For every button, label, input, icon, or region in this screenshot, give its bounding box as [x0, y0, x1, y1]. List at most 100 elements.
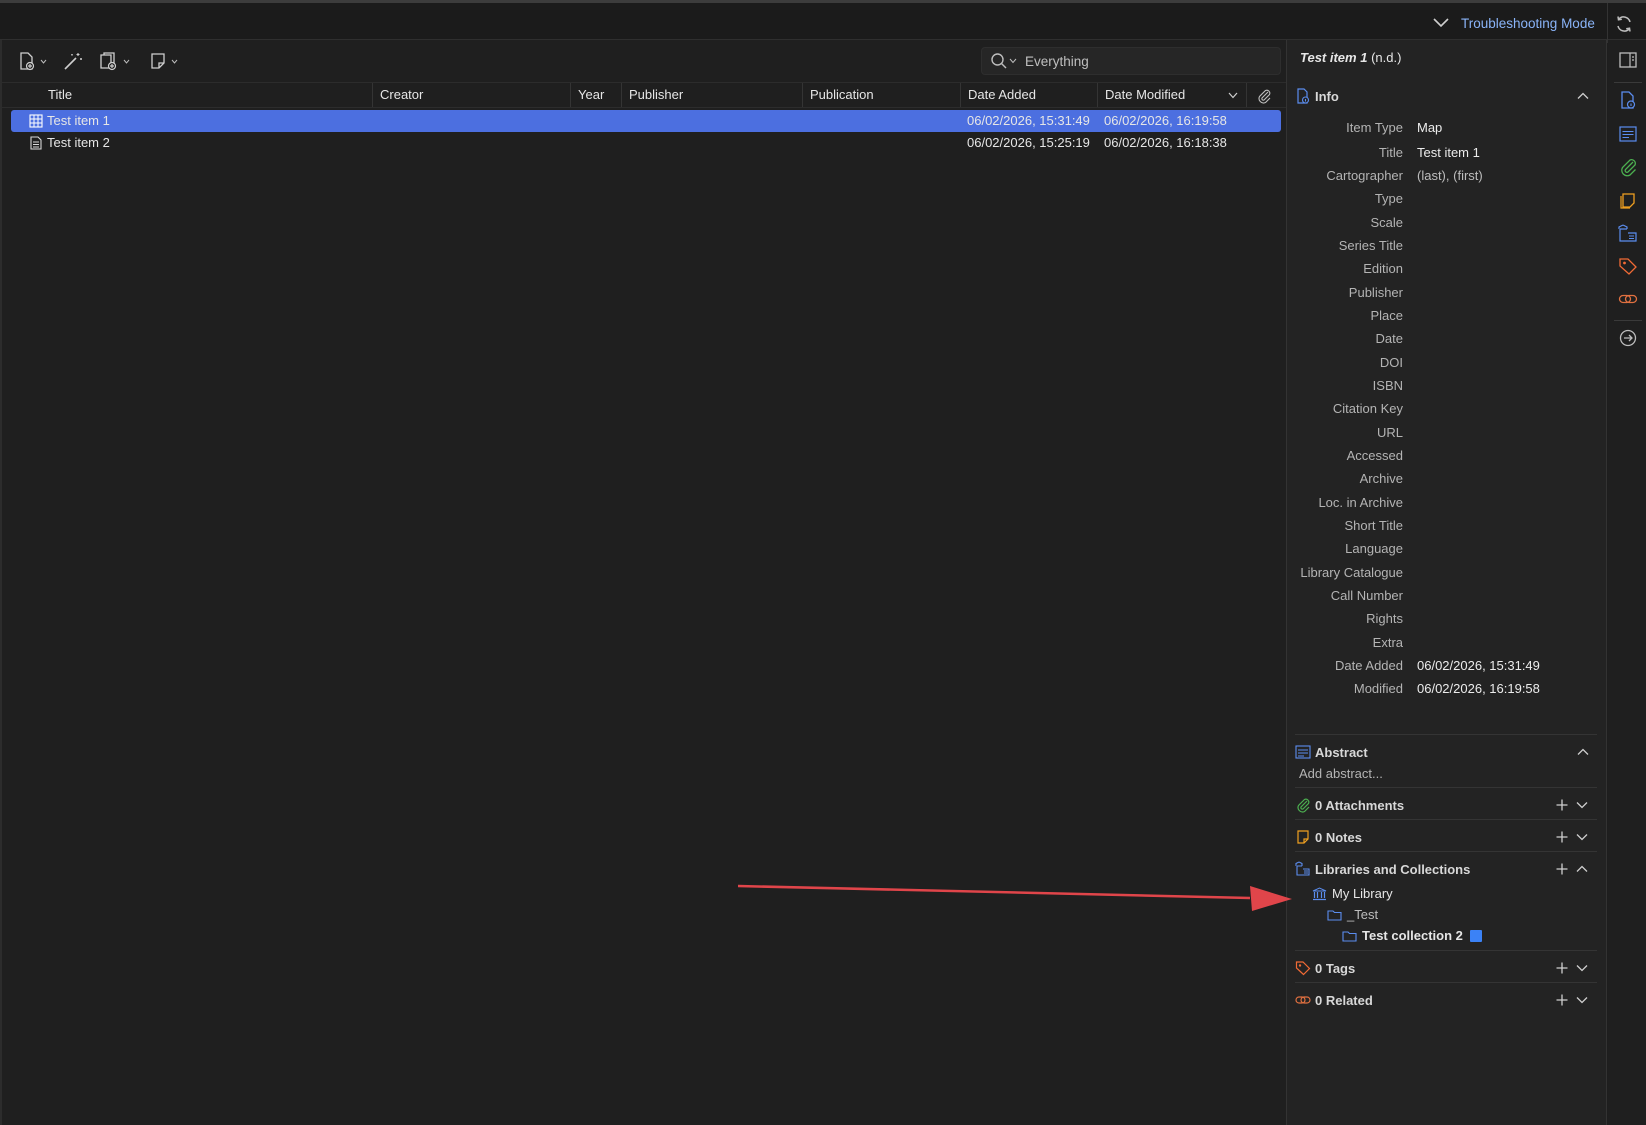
library-my-library[interactable]: My Library	[1312, 886, 1393, 901]
section-attachments-header[interactable]: 0 Attachments	[1295, 794, 1595, 816]
plus-icon[interactable]	[1555, 830, 1569, 844]
field-label-archive: Archive	[1359, 471, 1403, 486]
libraries-collections-icon	[1295, 861, 1310, 876]
field-label-edition: Edition	[1363, 261, 1403, 276]
toggle-pane-icon[interactable]	[1618, 50, 1638, 70]
field-value-title[interactable]: Test item 1	[1417, 145, 1587, 163]
column-publication[interactable]: Publication	[802, 83, 874, 107]
field-value-call-number[interactable]	[1417, 588, 1587, 606]
field-value-item-type[interactable]: Map	[1417, 120, 1587, 138]
section-info-header[interactable]: Info	[1295, 85, 1595, 107]
item-date-modified: 06/02/2026, 16:18:38	[1104, 135, 1227, 150]
plus-icon[interactable]	[1555, 798, 1569, 812]
field-label-extra: Extra	[1372, 635, 1403, 650]
paperclip-icon[interactable]	[1618, 157, 1638, 177]
creator-first-name[interactable]: (first)	[1453, 168, 1483, 183]
search-box[interactable]	[981, 47, 1281, 75]
sync-icon[interactable]	[1614, 14, 1634, 34]
divider	[1607, 3, 1608, 43]
abstract-field[interactable]: Add abstract...	[1299, 766, 1383, 781]
collection-test[interactable]: _Test	[1327, 907, 1378, 922]
column-year[interactable]: Year	[570, 83, 604, 107]
chevron-down-icon[interactable]	[1575, 830, 1589, 844]
field-value-loc-in-archive[interactable]	[1417, 495, 1587, 513]
item-pane-sidenav	[1608, 40, 1646, 1125]
field-value-edition[interactable]	[1417, 261, 1587, 279]
related-link-icon[interactable]	[1618, 289, 1638, 309]
field-label-cartographer: Cartographer	[1326, 168, 1403, 183]
section-info-title: Info	[1315, 88, 1339, 104]
field-value-extra[interactable]	[1417, 635, 1587, 653]
field-value-short-title[interactable]	[1417, 518, 1587, 536]
locate-icon[interactable]	[1618, 328, 1638, 348]
plus-icon[interactable]	[1555, 961, 1569, 975]
collection-test-collection-2[interactable]: Test collection 2	[1342, 928, 1482, 943]
field-value-scale[interactable]	[1417, 215, 1587, 233]
field-value-language[interactable]	[1417, 541, 1587, 559]
troubleshooting-mode-button[interactable]: Troubleshooting Mode	[1461, 16, 1595, 31]
field-value-doi[interactable]	[1417, 355, 1587, 373]
plus-icon[interactable]	[1555, 993, 1569, 1007]
add-by-identifier-button[interactable]	[62, 50, 84, 72]
section-tags-header[interactable]: 0 Tags	[1295, 957, 1595, 979]
field-value-date-added[interactable]: 06/02/2026, 15:31:49	[1417, 658, 1587, 676]
section-attachments-title: 0 Attachments	[1315, 797, 1405, 813]
chevron-down-icon[interactable]	[1575, 961, 1589, 975]
field-value-series-title[interactable]	[1417, 238, 1587, 256]
section-notes-header[interactable]: 0 Notes	[1295, 826, 1595, 848]
chevron-up-icon[interactable]	[1576, 89, 1590, 103]
field-value-publisher[interactable]	[1417, 285, 1587, 303]
sort-descending-icon[interactable]	[1228, 92, 1238, 99]
new-item-icon	[20, 52, 35, 71]
column-date-added[interactable]: Date Added	[960, 83, 1036, 107]
column-title[interactable]: Title	[48, 83, 72, 107]
divider	[1614, 320, 1642, 321]
item-pane-header: Test item 1 (n.d.)	[1300, 50, 1401, 65]
table-row[interactable]: Test item 2 06/02/2026, 15:25:19 06/02/2…	[11, 132, 1281, 154]
creator-last-name[interactable]: (last)	[1417, 168, 1446, 183]
new-item-button[interactable]	[17, 50, 47, 72]
notes-icon[interactable]	[1618, 190, 1638, 210]
column-publisher[interactable]: Publisher	[621, 83, 683, 107]
column-creator[interactable]: Creator	[372, 83, 423, 107]
field-value-rights[interactable]	[1417, 611, 1587, 629]
paperclip-icon[interactable]	[1256, 88, 1272, 104]
field-label-type: Type	[1374, 191, 1403, 206]
field-value-type[interactable]	[1417, 191, 1587, 209]
chevron-down-icon[interactable]	[1575, 798, 1589, 812]
new-collection-item-button[interactable]	[98, 50, 130, 72]
field-label-scale: Scale	[1370, 215, 1403, 230]
chevron-down-icon[interactable]	[1432, 17, 1450, 29]
table-row[interactable]: Test item 1 06/02/2026, 15:31:49 06/02/2…	[11, 110, 1281, 132]
section-abstract-header[interactable]: Abstract	[1295, 741, 1595, 763]
item-date-modified: 06/02/2026, 16:19:58	[1104, 113, 1227, 128]
section-related-header[interactable]: 0 Related	[1295, 989, 1595, 1011]
field-value-citation-key[interactable]	[1417, 401, 1587, 419]
chevron-down-icon[interactable]	[1575, 993, 1589, 1007]
libraries-collections-icon[interactable]	[1618, 223, 1638, 243]
field-value-isbn[interactable]	[1417, 378, 1587, 396]
section-libraries-header[interactable]: Libraries and Collections	[1295, 858, 1595, 880]
field-value-url[interactable]	[1417, 425, 1587, 443]
field-value-cartographer[interactable]: (last), (first)	[1417, 168, 1483, 183]
chevron-down-icon	[40, 59, 47, 64]
field-value-modified[interactable]: 06/02/2026, 16:19:58	[1417, 681, 1587, 699]
chevron-up-icon[interactable]	[1576, 745, 1590, 759]
chevron-up-icon[interactable]	[1575, 862, 1589, 876]
new-note-button[interactable]	[148, 50, 178, 72]
tag-icon[interactable]	[1618, 256, 1638, 276]
field-value-library-catalogue[interactable]	[1417, 565, 1587, 583]
search-icon[interactable]	[990, 52, 1008, 70]
info-icon[interactable]	[1618, 90, 1638, 110]
field-value-date[interactable]	[1417, 331, 1587, 349]
abstract-icon[interactable]	[1618, 124, 1638, 144]
field-value-archive[interactable]	[1417, 471, 1587, 489]
field-value-place[interactable]	[1417, 308, 1587, 326]
field-label-place: Place	[1370, 308, 1403, 323]
search-input[interactable]	[1025, 53, 1265, 69]
column-date-modified[interactable]: Date Modified	[1097, 83, 1185, 107]
field-label-date: Date	[1375, 331, 1403, 346]
chevron-down-icon[interactable]	[1009, 58, 1017, 64]
plus-icon[interactable]	[1555, 862, 1569, 876]
field-value-accessed[interactable]	[1417, 448, 1587, 466]
